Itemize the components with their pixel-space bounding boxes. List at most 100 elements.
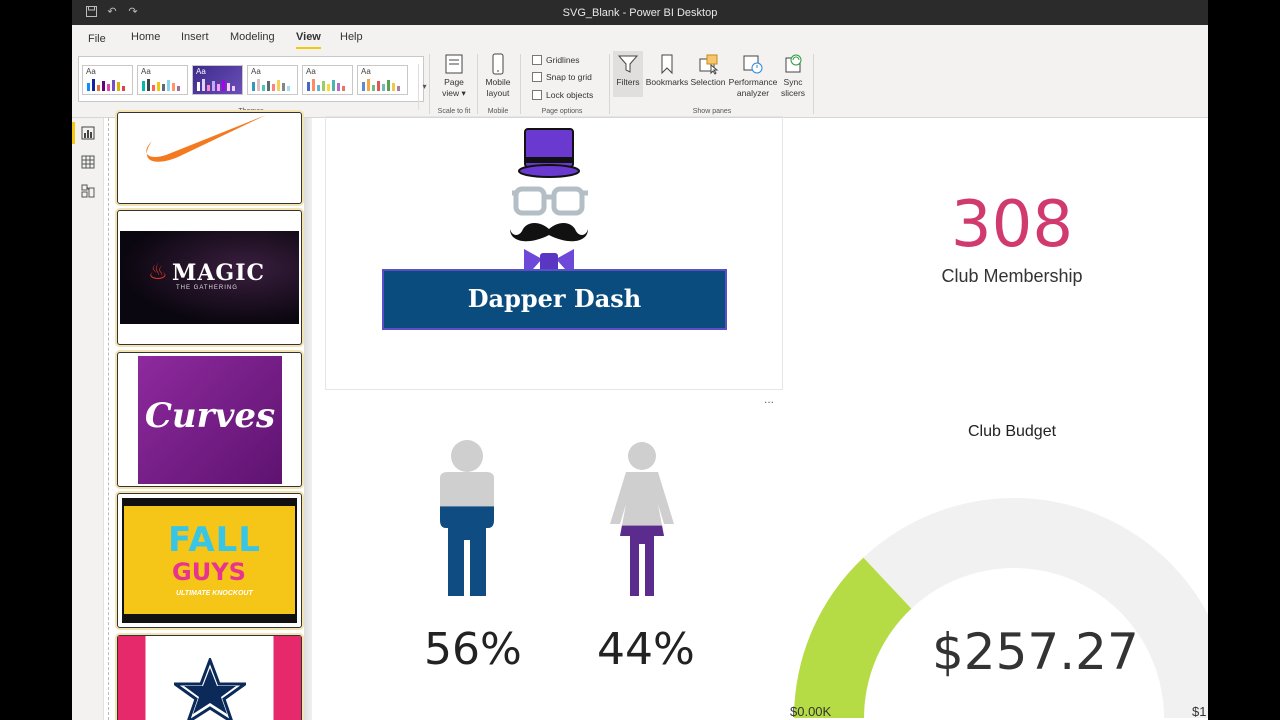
male-percentage: 56% (424, 624, 522, 675)
tab-help[interactable]: Help (340, 31, 363, 43)
gauge-title: Club Budget (967, 423, 1057, 440)
membership-label: Club Membership (941, 266, 1083, 286)
checkbox-icon (532, 90, 542, 100)
fall-guys-logo: FALL GUYS ULTIMATE KNOCKOUT (124, 506, 295, 614)
logo-text: Dapper Dash (467, 284, 642, 313)
female-percentage: 44% (597, 624, 695, 675)
theme-aa: Aa (196, 67, 206, 76)
thumbnail-fall-guys[interactable]: FALL GUYS ULTIMATE KNOCKOUT (117, 493, 302, 628)
theme-aa: Aa (306, 67, 316, 76)
separator (609, 54, 610, 114)
fall-guys-frame: FALL GUYS ULTIMATE KNOCKOUT (122, 498, 297, 623)
checkbox-icon (532, 72, 542, 82)
magic-title: MAGIC (172, 260, 266, 286)
report-canvas: Dapper Dash ... 308 Club Membership 56% … (312, 116, 1208, 720)
thumbnail-cowboys[interactable] (117, 635, 302, 720)
mustache-icon (510, 223, 588, 242)
bookmarks-label: Bookmarks (645, 77, 689, 87)
fall-guys-subtitle: ULTIMATE KNOCKOUT (176, 590, 253, 597)
mobile-group-label: Mobile (487, 108, 509, 115)
more-options-icon[interactable]: ... (764, 392, 774, 406)
page-options-group-label: Page options (541, 108, 583, 115)
tab-view[interactable]: View (296, 31, 321, 49)
power-bi-window: ↶ ↷ SVG_Blank - Power BI Desktop File Ho… (72, 0, 1208, 720)
scale-group-label: Scale to fit (437, 108, 471, 115)
membership-value: 308 (950, 188, 1074, 262)
ribbon-view: Aa Aa Aa Aa Aa Aa ▾ Page view ▾ Scale to… (72, 49, 1208, 118)
page-view-label: Page view (442, 77, 464, 98)
theme-aa: Aa (361, 67, 371, 76)
thumbnail-curves[interactable]: Curves (117, 352, 302, 487)
theme-option[interactable]: Aa (82, 65, 133, 95)
gridlines-checkbox[interactable]: Gridlines (532, 55, 580, 65)
page-view-button[interactable]: Page view ▾ (436, 53, 472, 99)
logo-slicer-panel: ♨ MAGIC THE GATHERING Curves FALL GUYS U… (104, 112, 318, 720)
sync-slicers-label: Sync slicers (780, 77, 806, 98)
filters-label: Filters (616, 77, 640, 87)
female-person-icon (610, 442, 674, 596)
show-panes-group-label: Show panes (692, 108, 732, 115)
theme-option[interactable]: Aa (357, 65, 408, 95)
snap-label: Snap to grid (546, 72, 592, 82)
page-view-icon (443, 53, 465, 75)
sync-slicers-button[interactable]: Sync slicers (778, 53, 808, 99)
curves-logo: Curves (138, 356, 282, 484)
male-person-icon (440, 440, 494, 596)
window-title: SVG_Blank - Power BI Desktop (562, 7, 718, 19)
gauge-max-label: $1 (1192, 704, 1207, 719)
separator (477, 54, 478, 114)
theme-option[interactable]: Aa (137, 65, 188, 95)
top-hat-icon (518, 128, 580, 178)
model-view-icon[interactable] (81, 184, 95, 198)
nike-swoosh-icon (146, 115, 266, 162)
fall-title: FALL (168, 520, 261, 560)
theme-option[interactable]: Aa (247, 65, 298, 95)
theme-option[interactable]: Aa (302, 65, 353, 95)
tab-home[interactable]: Home (131, 31, 160, 43)
theme-aa: Aa (141, 67, 151, 76)
lock-label: Lock objects (546, 90, 594, 100)
ribbon-tabs: File Home Insert Modeling View Help (72, 25, 1208, 49)
sync-slicers-icon (782, 53, 804, 75)
magic-flame-icon: ♨ (148, 259, 168, 284)
filters-button[interactable]: Filters (613, 51, 643, 97)
tab-file[interactable]: File (88, 33, 106, 45)
bookmarks-button[interactable]: Bookmarks (644, 53, 690, 88)
view-rail (72, 118, 104, 720)
lock-objects-checkbox[interactable]: Lock objects (532, 90, 593, 100)
glasses-icon (512, 186, 588, 216)
gridlines-label: Gridlines (546, 55, 580, 65)
logo-visual[interactable]: Dapper Dash (325, 116, 783, 390)
mobile-phone-icon (487, 53, 509, 75)
magic-logo: ♨ MAGIC THE GATHERING (120, 231, 299, 324)
mobile-layout-label: Mobile layout (485, 77, 511, 98)
tab-modeling[interactable]: Modeling (230, 31, 275, 43)
snap-to-grid-checkbox[interactable]: Snap to grid (532, 72, 592, 82)
title-bar: ↶ ↷ SVG_Blank - Power BI Desktop (72, 0, 1208, 25)
mobile-layout-button[interactable]: Mobile layout (481, 53, 515, 99)
separator (520, 54, 521, 114)
scroll-track[interactable] (108, 118, 109, 720)
active-indicator (72, 122, 75, 144)
themes-gallery: Aa Aa Aa Aa Aa Aa ▾ (78, 56, 427, 110)
separator (429, 54, 430, 114)
performance-analyzer-button[interactable]: Performance analyzer (727, 53, 779, 99)
report-view-icon[interactable] (81, 126, 95, 140)
selection-label: Selection (690, 77, 726, 87)
star-icon (174, 658, 246, 720)
gender-infographic (440, 440, 674, 596)
membership-card[interactable]: 308 Club Membership (782, 178, 1208, 298)
selection-icon (697, 53, 719, 75)
thumbnail-magic[interactable]: ♨ MAGIC THE GATHERING (117, 210, 302, 345)
performance-analyzer-label: Performance analyzer (728, 77, 778, 98)
selection-button[interactable]: Selection (690, 53, 726, 88)
theme-option-selected[interactable]: Aa (192, 65, 243, 95)
dapper-dash-logo (382, 128, 727, 330)
cowboys-logo (118, 636, 301, 720)
tab-insert[interactable]: Insert (181, 31, 209, 43)
magic-subtitle: THE GATHERING (176, 285, 238, 291)
data-view-icon[interactable] (81, 155, 95, 169)
thumbnail-nike[interactable] (117, 112, 302, 204)
separator (813, 54, 814, 114)
curves-title: Curves (144, 396, 276, 436)
